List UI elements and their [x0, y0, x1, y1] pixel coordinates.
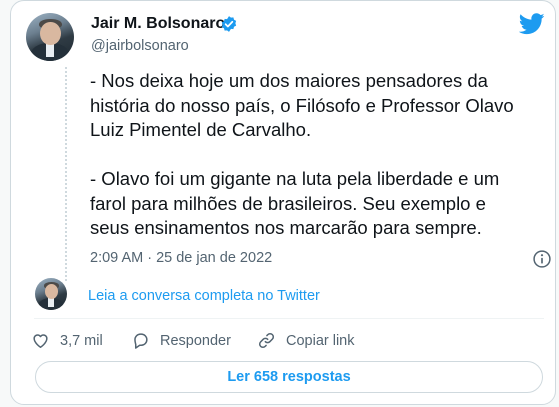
read-conversation-link[interactable]: Leia a conversa completa no Twitter — [88, 288, 320, 304]
reply-bubble-icon — [134, 333, 148, 349]
embedded-tweet-card: Jair M. Bolsonaro @jairbolsonaro - Nos d… — [10, 0, 556, 405]
tweet-timestamp[interactable]: 2:09 AM · 25 de jan de 2022 — [90, 250, 272, 266]
copy-link-label: Copiar link — [286, 332, 355, 349]
reply-label: Responder — [160, 332, 231, 349]
info-icon[interactable] — [532, 249, 552, 269]
thread-connector-line — [65, 67, 67, 281]
tweet-paragraph: - Nos deixa hoje um dos maiores pensador… — [90, 70, 514, 140]
twitter-bird-icon[interactable] — [519, 13, 545, 35]
like-action[interactable]: 3,7 mil — [31, 331, 103, 350]
author-handle[interactable]: @jairbolsonaro — [91, 38, 189, 54]
reply-action[interactable]: Responder — [131, 331, 231, 350]
heart-icon — [33, 334, 48, 348]
tweet-paragraph: - Olavo foi um gigante na luta pela libe… — [90, 168, 500, 238]
verified-badge-icon — [221, 16, 237, 32]
divider — [34, 318, 544, 319]
copy-link-action[interactable]: Copiar link — [257, 331, 355, 350]
author-avatar[interactable] — [26, 13, 74, 61]
like-count: 3,7 mil — [60, 332, 103, 349]
author-name[interactable]: Jair M. Bolsonaro — [91, 15, 225, 33]
link-icon — [258, 332, 275, 349]
tweet-text: - Nos deixa hoje um dos maiores pensador… — [90, 69, 530, 241]
read-replies-button[interactable]: Ler 658 respostas — [35, 361, 543, 393]
thread-avatar[interactable] — [35, 278, 67, 310]
